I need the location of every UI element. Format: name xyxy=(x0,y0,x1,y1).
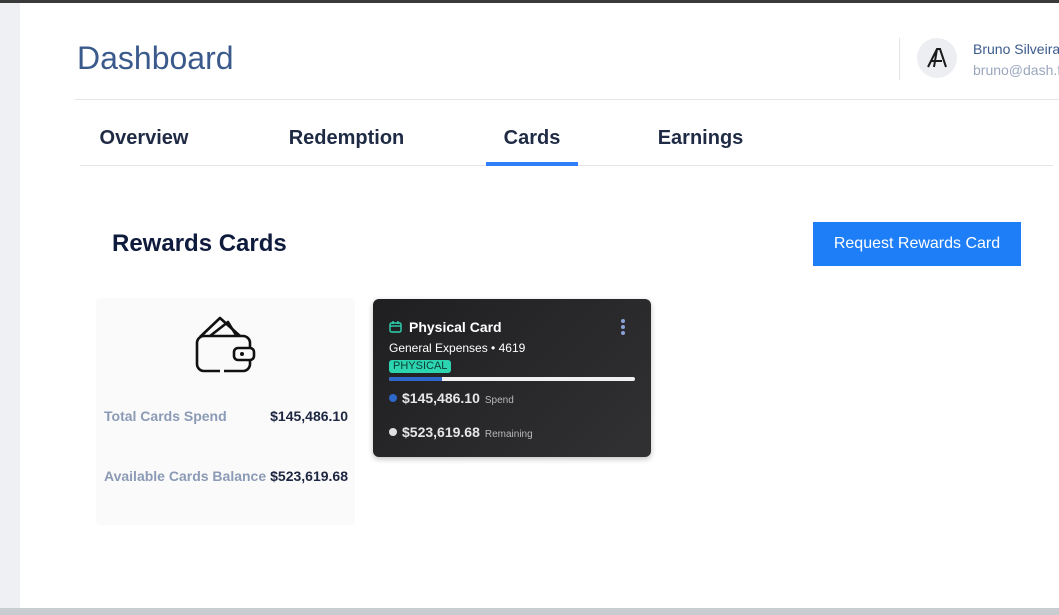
user-name: Bruno Silveira xyxy=(973,41,1059,57)
cards-summary-panel: Total Cards Spend $145,486.10 Available … xyxy=(96,298,355,525)
user-separator xyxy=(899,38,900,80)
left-sidebar-edge xyxy=(0,3,20,608)
card-subtitle: General Expenses • 4619 xyxy=(389,341,526,355)
spend-progress-bar xyxy=(389,377,635,381)
wallet-icon xyxy=(195,316,256,373)
brand-logo-icon xyxy=(927,48,947,68)
more-options-icon[interactable] xyxy=(620,319,626,337)
physical-card-tile[interactable]: Physical Card General Expenses • 4619 PH… xyxy=(373,299,651,457)
available-cards-balance-value: $523,619.68 xyxy=(270,468,348,484)
spend-metric: $145,486.10 Spend xyxy=(389,390,514,406)
tab-overview[interactable]: Overview xyxy=(80,112,208,165)
spend-label: Spend xyxy=(484,395,514,406)
remaining-dot xyxy=(389,428,397,436)
window-bottom-edge xyxy=(0,608,1059,615)
remaining-value: $523,619.68 xyxy=(402,424,480,440)
card-type-badge: PHYSICAL xyxy=(389,360,452,373)
calendar-icon xyxy=(389,321,402,333)
header-divider xyxy=(75,99,1059,100)
window-top-border xyxy=(0,0,1059,3)
available-cards-balance-label: Available Cards Balance xyxy=(104,468,267,484)
tab-bar: Overview Redemption Cards Earnings xyxy=(80,112,1053,166)
spend-dot xyxy=(389,394,397,402)
page-title: Dashboard xyxy=(77,40,234,76)
total-cards-spend-label: Total Cards Spend xyxy=(104,408,227,424)
remaining-label: Remaining xyxy=(484,429,533,440)
avatar[interactable] xyxy=(917,38,957,78)
remaining-metric: $523,619.68 Remaining xyxy=(389,424,533,440)
request-rewards-card-button[interactable]: Request Rewards Card xyxy=(813,222,1021,266)
spend-value: $145,486.10 xyxy=(402,390,480,406)
spend-progress-fill xyxy=(389,377,443,381)
user-email: bruno@dash.fi xyxy=(973,62,1059,78)
tab-redemption[interactable]: Redemption xyxy=(276,112,417,165)
section-title: Rewards Cards xyxy=(112,230,287,257)
tab-cards[interactable]: Cards xyxy=(486,112,578,166)
card-title: Physical Card xyxy=(409,319,502,335)
total-cards-spend-value: $145,486.10 xyxy=(270,408,348,424)
tab-earnings[interactable]: Earnings xyxy=(646,112,755,165)
